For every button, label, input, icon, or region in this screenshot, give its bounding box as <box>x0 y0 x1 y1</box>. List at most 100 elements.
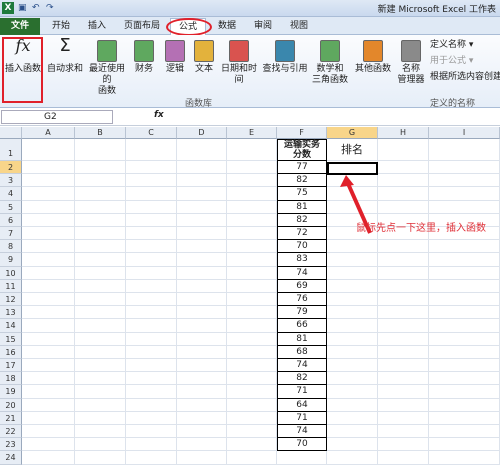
row-header-21[interactable]: 21 <box>0 411 22 425</box>
ribbon-button-4[interactable]: 逻辑 <box>162 40 188 75</box>
cell-D12[interactable] <box>177 293 227 307</box>
cell-E22[interactable] <box>227 425 277 439</box>
cell-A17[interactable] <box>22 359 75 373</box>
cell-I2[interactable] <box>429 161 500 175</box>
cell-D23[interactable] <box>177 438 227 452</box>
ribbon-button-5[interactable]: 文本 <box>192 40 216 75</box>
column-header-B[interactable]: B <box>75 127 126 139</box>
cell-D3[interactable] <box>177 174 227 188</box>
cell-E11[interactable] <box>227 279 277 293</box>
cell-B18[interactable] <box>75 372 126 386</box>
cell-E7[interactable] <box>227 227 277 241</box>
cell-A19[interactable] <box>22 385 75 399</box>
cell-I3[interactable] <box>429 174 500 188</box>
cell-E10[interactable] <box>227 266 277 280</box>
define-name-button[interactable]: 定义名称 ▾ <box>430 40 473 51</box>
row-header-8[interactable]: 8 <box>0 240 22 254</box>
ribbon-button-8[interactable]: 数学和 三角函数 <box>310 40 350 86</box>
cell-H11[interactable] <box>378 279 429 293</box>
ribbon-button-1[interactable]: Σ 自动求和 <box>47 37 83 75</box>
cell-F8[interactable]: 70 <box>277 240 327 254</box>
cell-I8[interactable] <box>429 240 500 254</box>
cell-A21[interactable] <box>22 411 75 425</box>
column-header-C[interactable]: C <box>126 127 177 139</box>
cell-E12[interactable] <box>227 293 277 307</box>
cell-A2[interactable] <box>22 161 75 175</box>
cell-B9[interactable] <box>75 253 126 267</box>
row-header-15[interactable]: 15 <box>0 332 22 346</box>
cell-A6[interactable] <box>22 213 75 227</box>
ribbon-button-6[interactable]: 日期和时间 <box>218 40 260 86</box>
tab-file[interactable]: 文件 <box>0 18 40 35</box>
cell-I15[interactable] <box>429 332 500 346</box>
create-from-selection-button[interactable]: 根据所选内容创建 <box>430 72 500 83</box>
cell-E6[interactable] <box>227 213 277 227</box>
row-header-6[interactable]: 6 <box>0 213 22 227</box>
cell-B19[interactable] <box>75 385 126 399</box>
cell-I20[interactable] <box>429 398 500 412</box>
cell-B23[interactable] <box>75 438 126 452</box>
column-header-E[interactable]: E <box>227 127 277 139</box>
cell-A4[interactable] <box>22 187 75 201</box>
column-header-F[interactable]: F <box>277 127 327 139</box>
cell-H22[interactable] <box>378 425 429 439</box>
column-header-G[interactable]: G <box>327 127 378 139</box>
cell-E16[interactable] <box>227 345 277 359</box>
cell-A1[interactable] <box>22 139 75 161</box>
cell-G8[interactable] <box>327 240 378 254</box>
cell-B5[interactable] <box>75 200 126 214</box>
ribbon-button-9[interactable]: 其他函数 <box>354 40 392 75</box>
cell-C1[interactable] <box>126 139 177 161</box>
cell-C13[interactable] <box>126 306 177 320</box>
cell-A7[interactable] <box>22 227 75 241</box>
row-header-4[interactable]: 4 <box>0 187 22 201</box>
cell-E18[interactable] <box>227 372 277 386</box>
cell-I22[interactable] <box>429 425 500 439</box>
cell-G9[interactable] <box>327 253 378 267</box>
cell-A12[interactable] <box>22 293 75 307</box>
cell-C3[interactable] <box>126 174 177 188</box>
cell-D10[interactable] <box>177 266 227 280</box>
cell-B16[interactable] <box>75 345 126 359</box>
cell-H19[interactable] <box>378 385 429 399</box>
row-header-17[interactable]: 17 <box>0 359 22 373</box>
cell-G20[interactable] <box>327 398 378 412</box>
cell-G10[interactable] <box>327 266 378 280</box>
cell-F23[interactable]: 70 <box>277 438 327 452</box>
cell-C2[interactable] <box>126 161 177 175</box>
cell-D16[interactable] <box>177 345 227 359</box>
cell-B3[interactable] <box>75 174 126 188</box>
row-header-7[interactable]: 7 <box>0 227 22 241</box>
cell-D13[interactable] <box>177 306 227 320</box>
cell-G14[interactable] <box>327 319 378 333</box>
cell-G22[interactable] <box>327 425 378 439</box>
cell-H9[interactable] <box>378 253 429 267</box>
cell-I4[interactable] <box>429 187 500 201</box>
cell-B7[interactable] <box>75 227 126 241</box>
cell-F6[interactable]: 82 <box>277 213 327 227</box>
cell-E15[interactable] <box>227 332 277 346</box>
cell-F20[interactable]: 64 <box>277 398 327 412</box>
cell-F19[interactable]: 71 <box>277 385 327 399</box>
row-header-9[interactable]: 9 <box>0 253 22 267</box>
row-header-20[interactable]: 20 <box>0 398 22 412</box>
cell-H3[interactable] <box>378 174 429 188</box>
cell-H16[interactable] <box>378 345 429 359</box>
cell-B15[interactable] <box>75 332 126 346</box>
cell-E17[interactable] <box>227 359 277 373</box>
cell-I12[interactable] <box>429 293 500 307</box>
cell-A8[interactable] <box>22 240 75 254</box>
ribbon-button-2[interactable]: 最近使用的 函数 <box>85 40 129 97</box>
ribbon-button-10[interactable]: 名称 管理器 <box>396 40 426 86</box>
cell-E19[interactable] <box>227 385 277 399</box>
cell-F3[interactable]: 82 <box>277 174 327 188</box>
cell-D19[interactable] <box>177 385 227 399</box>
cell-A3[interactable] <box>22 174 75 188</box>
column-header-A[interactable]: A <box>22 127 75 139</box>
cell-I10[interactable] <box>429 266 500 280</box>
cell-I11[interactable] <box>429 279 500 293</box>
cell-B17[interactable] <box>75 359 126 373</box>
cell-C4[interactable] <box>126 187 177 201</box>
cell-A15[interactable] <box>22 332 75 346</box>
cell-B2[interactable] <box>75 161 126 175</box>
